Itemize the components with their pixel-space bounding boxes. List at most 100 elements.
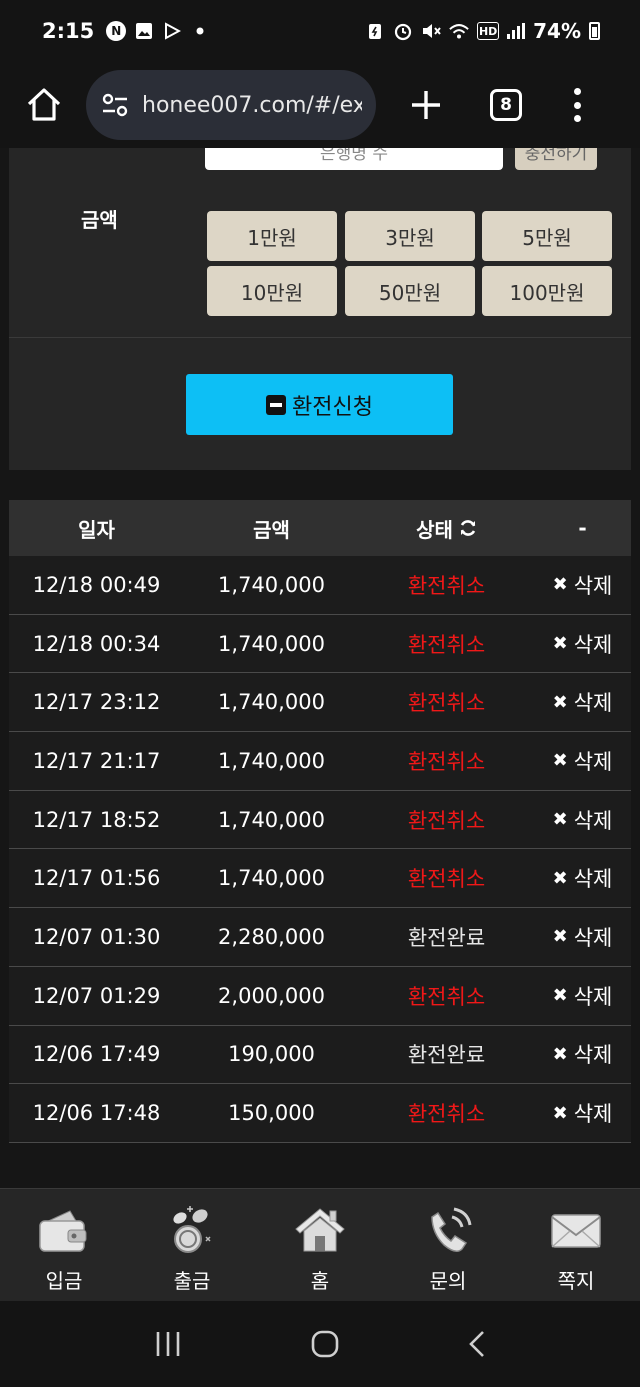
nav-message[interactable]: 쪽지 [512, 1189, 640, 1301]
wallet-icon [39, 1210, 87, 1252]
delete-button[interactable]: ✖ 삭제 [534, 687, 631, 717]
close-icon: ✖ [552, 926, 568, 948]
phone-icon [431, 1207, 472, 1252]
recent-apps-icon[interactable] [153, 1330, 183, 1358]
close-icon: ✖ [552, 1043, 568, 1065]
withdraw-request-button[interactable]: 환전신청 [186, 374, 453, 435]
table-row: 12/17 18:52 1,740,000 환전취소 ✖ 삭제 [9, 790, 631, 850]
battery-saver-icon [365, 21, 385, 41]
nav-message-label: 쪽지 [557, 1269, 595, 1293]
close-icon: ✖ [552, 750, 568, 772]
delete-button[interactable]: ✖ 삭제 [534, 863, 631, 893]
amount-button-30k[interactable]: 3만원 [345, 211, 475, 261]
row-amount: 1,740,000 [218, 866, 325, 891]
browser-menu-button[interactable] [572, 88, 582, 122]
row-amount: 2,000,000 [218, 983, 325, 1008]
minus-square-icon [266, 394, 287, 415]
charge-button[interactable]: 충전하기 [515, 148, 597, 170]
wifi-icon [449, 21, 469, 41]
row-status: 환전취소 [407, 749, 486, 774]
url-text[interactable]: honee007.com/#/excl [142, 93, 362, 118]
delete-button[interactable]: ✖ 삭제 [534, 805, 631, 835]
row-status: 환전취소 [407, 867, 486, 892]
row-date: 12/17 18:52 [32, 807, 161, 832]
amount-button-1m[interactable]: 100만원 [482, 266, 612, 316]
back-icon[interactable] [467, 1329, 487, 1359]
close-icon: ✖ [552, 867, 568, 889]
bank-name-input[interactable]: 은행명 수 [205, 148, 503, 170]
delete-label: 삭제 [573, 1043, 613, 1068]
delete-label: 삭제 [573, 1102, 613, 1127]
row-date: 12/06 17:49 [32, 1042, 161, 1067]
row-date: 12/07 01:29 [32, 983, 161, 1008]
amount-button-500k[interactable]: 50만원 [345, 266, 475, 316]
table-row: 12/17 21:17 1,740,000 환전취소 ✖ 삭제 [9, 732, 631, 791]
amount-button-50k[interactable]: 5만원 [482, 211, 612, 261]
table-row: 12/07 01:29 2,000,000 환전취소 ✖ 삭제 [9, 966, 631, 1026]
close-icon: ✖ [552, 633, 568, 655]
row-status: 환전취소 [407, 808, 486, 833]
close-icon: ✖ [552, 809, 568, 831]
close-icon: ✖ [552, 574, 568, 596]
close-icon: ✖ [552, 1102, 568, 1124]
nav-withdraw[interactable]: 출금 [128, 1189, 256, 1301]
delete-label: 삭제 [573, 808, 613, 833]
nav-deposit-label: 입금 [45, 1269, 83, 1293]
house-icon [295, 1208, 345, 1252]
delete-button[interactable]: ✖ 삭제 [534, 981, 631, 1011]
delete-label: 삭제 [573, 925, 613, 950]
delete-label: 삭제 [573, 691, 613, 716]
status-bar: 2:15 N HD 74% [0, 0, 640, 62]
row-amount: 190,000 [228, 1042, 315, 1067]
table-row: 12/18 00:49 1,740,000 환전취소 ✖ 삭제 [9, 556, 631, 615]
delete-button[interactable]: ✖ 삭제 [534, 1098, 631, 1128]
row-status: 환전완료 [407, 925, 486, 950]
delete-button[interactable]: ✖ 삭제 [534, 629, 631, 659]
row-status: 환전취소 [407, 632, 486, 657]
row-date: 12/07 01:30 [32, 924, 161, 949]
tab-switcher-button[interactable]: 8 [490, 89, 522, 121]
nav-deposit[interactable]: 입금 [0, 1189, 128, 1301]
header-status: 상태 [359, 514, 534, 543]
nav-home[interactable]: 홈 [256, 1189, 384, 1301]
withdraw-form: 은행명 수 충전하기 금액 1만원 3만원 5만원 10만원 50만원 100만… [9, 148, 631, 470]
amount-button-100k[interactable]: 10만원 [207, 266, 337, 316]
delete-label: 삭제 [573, 867, 613, 892]
row-amount: 1,740,000 [218, 748, 325, 773]
row-date: 12/18 00:49 [32, 572, 161, 597]
bottom-nav: 입금 출금 홈 문의 쪽지 [0, 1188, 640, 1301]
delete-button[interactable]: ✖ 삭제 [534, 570, 631, 600]
nav-inquiry[interactable]: 문의 [384, 1189, 512, 1301]
table-row: 12/18 00:34 1,740,000 환전취소 ✖ 삭제 [9, 614, 631, 674]
close-icon: ✖ [552, 985, 568, 1007]
table-row: 12/17 01:56 1,740,000 환전취소 ✖ 삭제 [9, 849, 631, 909]
site-settings-icon[interactable] [100, 90, 130, 120]
row-status: 환전취소 [407, 984, 486, 1009]
withdraw-history-table: 일자 금액 상태 - 12/18 00:49 1,740,000 환전취소 ✖ 삭제 12… [9, 500, 631, 1143]
address-bar[interactable]: honee007.com/#/excl [86, 70, 376, 140]
screen: 2:15 N HD 74% honee007.com/#/excl 8 은행명 … [0, 0, 640, 1387]
nav-inquiry-label: 문의 [429, 1269, 467, 1293]
alarm-icon [393, 21, 413, 41]
delete-label: 삭제 [573, 632, 613, 657]
row-amount: 1,740,000 [218, 572, 325, 597]
form-divider [9, 337, 631, 338]
home-nav-icon[interactable] [310, 1329, 340, 1359]
home-button[interactable] [22, 83, 66, 127]
header-date: 일자 [78, 517, 115, 542]
table-body: 12/18 00:49 1,740,000 환전취소 ✖ 삭제 12/18 00:34 1,… [9, 556, 631, 1143]
new-tab-button[interactable] [406, 85, 446, 125]
system-icons: HD 74% [365, 19, 600, 43]
delete-button[interactable]: ✖ 삭제 [534, 746, 631, 776]
signal-icon [507, 23, 526, 39]
header-amount: 금액 [253, 517, 290, 542]
refresh-icon[interactable] [459, 519, 477, 537]
delete-button[interactable]: ✖ 삭제 [534, 922, 631, 952]
system-nav-bar [0, 1301, 640, 1387]
page-content: 은행명 수 충전하기 금액 1만원 3만원 5만원 10만원 50만원 100만… [0, 148, 640, 1188]
delete-button[interactable]: ✖ 삭제 [534, 1039, 631, 1069]
amount-button-10k[interactable]: 1만원 [207, 211, 337, 261]
coins-icon [173, 1206, 211, 1253]
n-badge-icon: N [106, 21, 127, 41]
table-row: 12/06 17:48 150,000 환전취소 ✖ 삭제 [9, 1084, 631, 1143]
